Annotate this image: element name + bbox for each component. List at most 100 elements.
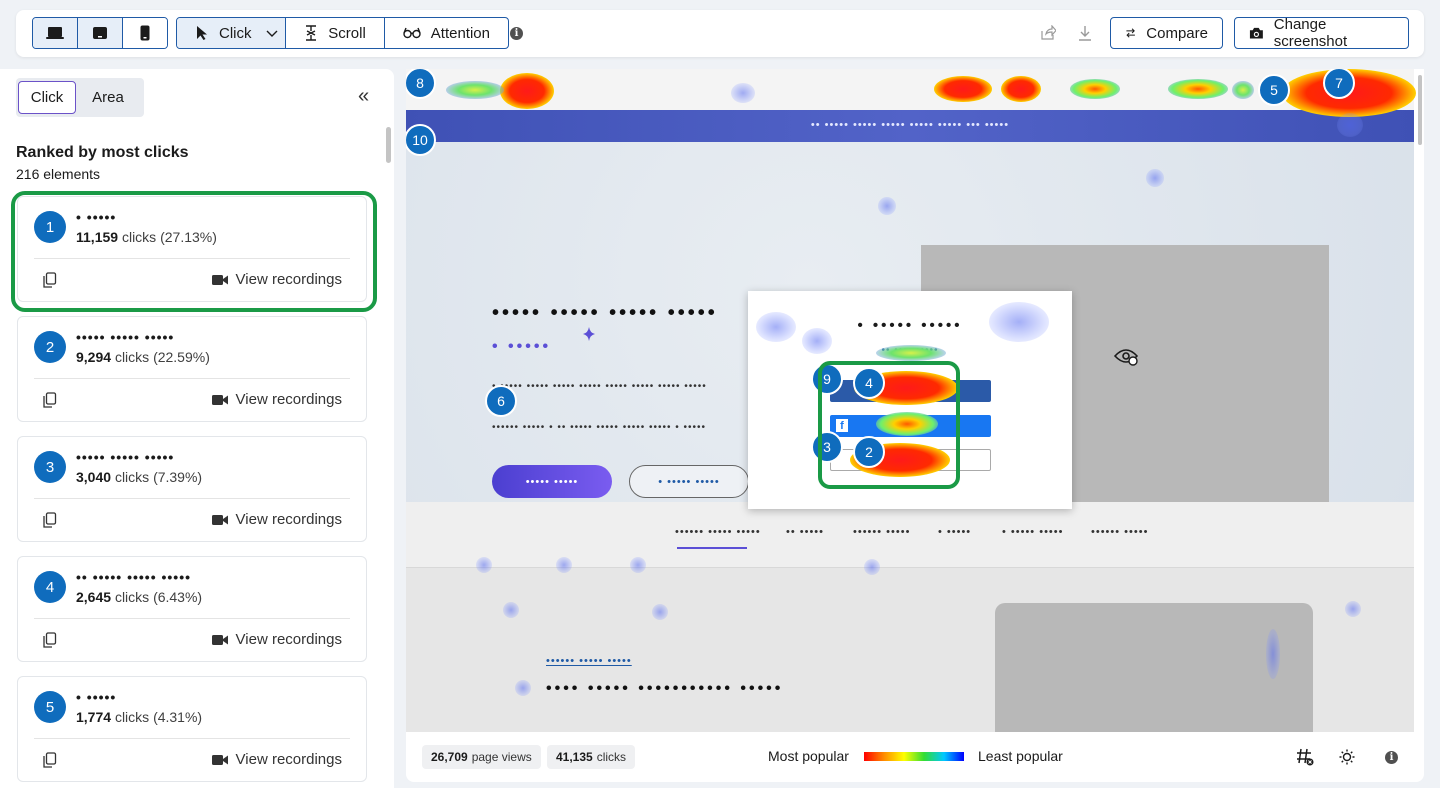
click-percent: (22.59%) <box>153 349 210 365</box>
hero-text-line: •••••• ••••• • •• ••••• ••••• ••••• ••••… <box>492 422 707 433</box>
copy-icon[interactable] <box>43 272 57 288</box>
copy-icon[interactable] <box>43 512 57 528</box>
click-count: 1,774 <box>76 709 112 725</box>
mobile-device-button[interactable] <box>123 18 167 48</box>
rank-badge: 4 <box>34 571 66 603</box>
hero-secondary-button[interactable]: • ••••• ••••• <box>629 465 749 498</box>
page-tab[interactable]: • ••••• ••••• <box>1002 526 1063 538</box>
view-recordings-link[interactable]: View recordings <box>211 751 342 768</box>
rank-marker[interactable]: 6 <box>485 385 517 417</box>
view-recordings-label: View recordings <box>235 631 342 648</box>
click-mode-button[interactable]: Click <box>177 18 287 48</box>
mobile-icon <box>140 25 150 41</box>
video-icon <box>211 394 228 405</box>
copy-icon[interactable] <box>43 632 57 648</box>
rank-badge: 3 <box>34 451 66 483</box>
rank-marker[interactable]: 5 <box>1258 74 1290 106</box>
video-icon <box>211 514 228 525</box>
hero-primary-button[interactable]: ••••• ••••• <box>492 465 612 498</box>
click-percent: (6.43%) <box>153 589 203 605</box>
heatmap-mode-selector: Click Scroll Attention <box>176 17 509 49</box>
element-card[interactable]: 4 •• ••••• ••••• ••••• 2,645 clicks (6.4… <box>17 556 367 662</box>
element-label: ••••• ••••• ••••• <box>76 449 175 465</box>
divider <box>34 258 350 259</box>
page-views-pill: 26,709 page views <box>422 745 541 769</box>
video-icon <box>211 274 228 285</box>
hashtag-toggle-icon[interactable] <box>1296 748 1314 766</box>
lower-heading: •••• ••••• ••••••••••• ••••• <box>546 680 784 697</box>
click-stats: 3,040 clicks (7.39%) <box>76 469 202 485</box>
clicks-pill: 41,135 clicks <box>547 745 636 769</box>
heat-legend-bar <box>864 752 964 761</box>
click-stats: 11,159 clicks (27.13%) <box>76 229 217 245</box>
divider <box>34 738 350 739</box>
compare-label: Compare <box>1146 24 1208 42</box>
heatmap-preview[interactable]: •• ••••• ••••• ••••• ••••• ••••• ••• •••… <box>406 69 1424 732</box>
click-percent: (7.39%) <box>153 469 203 485</box>
clicks-label: clicks <box>596 750 627 764</box>
footer-info-icon[interactable]: i <box>1385 751 1398 764</box>
click-stats: 9,294 clicks (22.59%) <box>76 349 210 365</box>
element-card[interactable]: 1 • ••••• 11,159 clicks (27.13%) View re… <box>17 196 367 302</box>
scroll-mode-button[interactable]: Scroll <box>286 18 385 48</box>
clicks-word: clicks <box>114 589 150 605</box>
divider <box>34 378 350 379</box>
view-recordings-link[interactable]: View recordings <box>211 391 342 408</box>
change-screenshot-label: Change screenshot <box>1273 16 1348 50</box>
video-icon <box>211 634 228 645</box>
element-card[interactable]: 5 • ••••• 1,774 clicks (4.31%) View reco… <box>17 676 367 782</box>
click-count: 9,294 <box>76 349 112 365</box>
attention-mode-button[interactable]: Attention <box>385 18 508 48</box>
sparkle-icon <box>583 327 595 341</box>
rank-badge: 1 <box>34 211 66 243</box>
change-screenshot-button[interactable]: Change screenshot <box>1234 16 1409 50</box>
element-card[interactable]: 2 ••••• ••••• ••••• 9,294 clicks (22.59%… <box>17 316 367 422</box>
sidebar-scrollbar[interactable] <box>386 127 391 163</box>
preview-scrollbar[interactable] <box>1418 75 1422 145</box>
copy-icon[interactable] <box>43 752 57 768</box>
click-mode-label: Click <box>219 24 252 42</box>
share-icon[interactable] <box>1040 25 1056 41</box>
view-recordings-link[interactable]: View recordings <box>211 511 342 528</box>
modal-title: • ••••• ••••• <box>857 317 963 334</box>
modal-subtitle[interactable]: •• •••• ••••• <box>748 345 1072 356</box>
page-lower-section: •••••• ••••• ••••• •••• ••••• ••••••••••… <box>406 568 1414 732</box>
page-tab[interactable]: •••••• ••••• <box>1091 526 1148 538</box>
lower-link[interactable]: •••••• ••••• ••••• <box>546 655 632 667</box>
download-icon[interactable] <box>1078 25 1092 41</box>
click-percent: (27.13%) <box>160 229 217 245</box>
attention-mode-label: Attention <box>430 24 490 42</box>
tablet-device-button[interactable] <box>78 18 123 48</box>
chevron-down-icon[interactable] <box>265 26 279 40</box>
rank-badge: 2 <box>34 331 66 363</box>
click-stats: 2,645 clicks (6.43%) <box>76 589 202 605</box>
collapse-sidebar-icon[interactable]: « <box>358 85 369 108</box>
element-card[interactable]: 3 ••••• ••••• ••••• 3,040 clicks (7.39%)… <box>17 436 367 542</box>
divider <box>34 618 350 619</box>
page-banner: •• ••••• ••••• ••••• ••••• ••••• ••• •••… <box>406 110 1414 142</box>
element-label: ••••• ••••• ••••• <box>76 329 175 345</box>
page-tab[interactable]: •••••• ••••• ••••• <box>675 526 761 538</box>
view-recordings-link[interactable]: View recordings <box>211 271 342 288</box>
view-recordings-label: View recordings <box>235 511 342 528</box>
lower-image-placeholder <box>995 603 1313 732</box>
page-tab[interactable]: •••••• ••••• <box>853 526 910 538</box>
tab-click[interactable]: Click <box>18 81 76 114</box>
page-tab[interactable]: •• ••••• <box>786 526 824 538</box>
page-tab[interactable]: • ••••• <box>938 526 971 538</box>
info-icon[interactable]: i <box>510 27 523 40</box>
brightness-icon[interactable] <box>1339 749 1355 765</box>
clicks-word: clicks <box>114 709 150 725</box>
swap-icon <box>1126 28 1135 38</box>
copy-icon[interactable] <box>43 392 57 408</box>
click-stats: 1,774 clicks (4.31%) <box>76 709 202 725</box>
page-views-value: 26,709 <box>431 750 468 764</box>
tab-area[interactable]: Area <box>76 81 140 114</box>
legend-least-label: Least popular <box>978 748 1063 764</box>
desktop-device-button[interactable] <box>33 18 78 48</box>
ranking-sidebar: Click Area « Ranked by most clicks 216 e… <box>0 69 394 788</box>
eye-hidden-icon[interactable] <box>1113 346 1139 366</box>
compare-button[interactable]: Compare <box>1110 17 1223 49</box>
view-recordings-link[interactable]: View recordings <box>211 631 342 648</box>
view-recordings-label: View recordings <box>235 271 342 288</box>
